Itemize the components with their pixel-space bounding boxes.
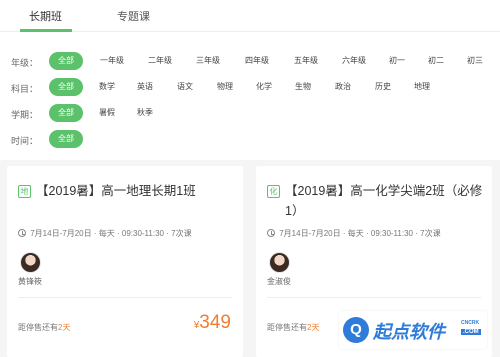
course-time: 09:30-11:30 xyxy=(370,229,413,238)
watermark-logo-icon: Q xyxy=(343,317,369,343)
course-sessions: 7次课 xyxy=(171,229,192,238)
grade-option-7[interactable]: 初一 xyxy=(385,52,409,70)
term-filter-row: 学期： 全部 暑假 秋季 xyxy=(0,104,500,124)
meta-separator: · xyxy=(342,229,346,238)
countdown-prefix: 距停售还有 xyxy=(18,323,58,332)
tab-long-term[interactable]: 长期班 xyxy=(29,8,62,24)
subject-badge: 地 xyxy=(18,185,31,198)
subject-filter-row: 科目： 全部 数学 英语 语文 物理 化学 生物 政治 历史 地理 xyxy=(0,78,500,98)
teacher-avatar xyxy=(269,252,290,273)
course-title[interactable]: 【2019暑】高一地理长期1班 xyxy=(36,181,236,201)
grade-option-3[interactable]: 三年级 xyxy=(192,52,224,70)
time-option-all[interactable]: 全部 xyxy=(49,130,83,148)
price-amount: 349 xyxy=(199,312,231,333)
teacher-name: 金淑俊 xyxy=(267,277,291,286)
subject-option-politics[interactable]: 政治 xyxy=(332,78,354,96)
grade-option-4[interactable]: 四年级 xyxy=(241,52,273,70)
term-option-autumn[interactable]: 秋季 xyxy=(134,104,156,122)
subject-badge: 化 xyxy=(267,185,280,198)
grade-option-6[interactable]: 六年级 xyxy=(338,52,370,70)
site-watermark: Q 起点软件 CNCRK .COM xyxy=(339,311,487,349)
course-title[interactable]: 【2019暑】高一化学尖端2班（必修1） xyxy=(285,181,485,221)
meta-separator: · xyxy=(365,229,369,238)
course-frequency: 每天 xyxy=(98,229,115,238)
sale-countdown: 距停售还有2天 xyxy=(267,322,319,333)
grade-option-8[interactable]: 初二 xyxy=(424,52,448,70)
course-dates: 7月14日-7月20日 xyxy=(279,229,341,238)
meta-separator: · xyxy=(93,229,97,238)
grade-option-5[interactable]: 五年级 xyxy=(290,52,322,70)
countdown-prefix: 距停售还有 xyxy=(267,323,307,332)
teacher-name: 黄锋筱 xyxy=(18,277,42,286)
meta-separator: · xyxy=(116,229,120,238)
grade-option-all[interactable]: 全部 xyxy=(49,52,83,70)
subject-option-geography[interactable]: 地理 xyxy=(411,78,433,96)
watermark-domain: .COM xyxy=(461,329,481,335)
course-frequency: 每天 xyxy=(347,229,364,238)
course-schedule: 7月14日-7月20日 · 每天 · 09:30-11:30 · 7次课 xyxy=(267,228,441,239)
grade-option-2[interactable]: 二年级 xyxy=(144,52,176,70)
grade-filter-row: 年级： 全部 一年级 二年级 三年级 四年级 五年级 六年级 初一 初二 初三 xyxy=(0,52,500,72)
clock-icon xyxy=(18,229,26,237)
tab-bar: 长期班 专题课 xyxy=(0,0,500,32)
subject-option-all[interactable]: 全部 xyxy=(49,78,83,96)
course-schedule: 7月14日-7月20日 · 每天 · 09:30-11:30 · 7次课 xyxy=(18,228,192,239)
subject-option-physics[interactable]: 物理 xyxy=(214,78,236,96)
card-divider xyxy=(267,297,481,298)
course-time: 09:30-11:30 xyxy=(121,229,164,238)
clock-icon xyxy=(267,229,275,237)
subject-option-chemistry[interactable]: 化学 xyxy=(253,78,275,96)
term-option-all[interactable]: 全部 xyxy=(49,104,83,122)
tab-special-topic[interactable]: 专题课 xyxy=(117,8,150,24)
subject-option-chinese[interactable]: 语文 xyxy=(174,78,196,96)
term-filter-label: 学期： xyxy=(11,110,39,120)
watermark-en: CNCRK xyxy=(461,320,480,326)
term-option-summer[interactable]: 暑假 xyxy=(96,104,118,122)
subject-option-math[interactable]: 数学 xyxy=(96,78,118,96)
subject-option-history[interactable]: 历史 xyxy=(372,78,394,96)
sale-countdown: 距停售还有2天 xyxy=(18,322,70,333)
countdown-days: 2天 xyxy=(58,323,71,332)
course-price: ¥349 xyxy=(194,312,231,334)
subject-option-biology[interactable]: 生物 xyxy=(292,78,314,96)
subject-filter-label: 科目： xyxy=(11,84,39,94)
countdown-days: 2天 xyxy=(307,323,320,332)
meta-separator: · xyxy=(415,229,418,238)
watermark-text: 起点软件 xyxy=(373,322,445,342)
course-sessions: 7次课 xyxy=(420,229,441,238)
grade-option-9[interactable]: 初三 xyxy=(463,52,487,70)
active-tab-indicator xyxy=(20,29,72,32)
subject-option-english[interactable]: 英语 xyxy=(134,78,156,96)
teacher-avatar xyxy=(20,252,41,273)
course-card[interactable]: 地 【2019暑】高一地理长期1班 7月14日-7月20日 · 每天 · 09:… xyxy=(7,166,243,357)
time-filter-label: 时间： xyxy=(11,136,39,146)
course-dates: 7月14日-7月20日 xyxy=(30,229,92,238)
meta-separator: · xyxy=(166,229,169,238)
card-divider xyxy=(18,297,232,298)
time-filter-row: 时间： 全部 xyxy=(0,130,500,150)
grade-option-1[interactable]: 一年级 xyxy=(96,52,128,70)
filter-panel: 长期班 专题课 年级： 全部 一年级 二年级 三年级 四年级 五年级 六年级 初… xyxy=(0,0,500,160)
grade-filter-label: 年级： xyxy=(11,58,39,68)
